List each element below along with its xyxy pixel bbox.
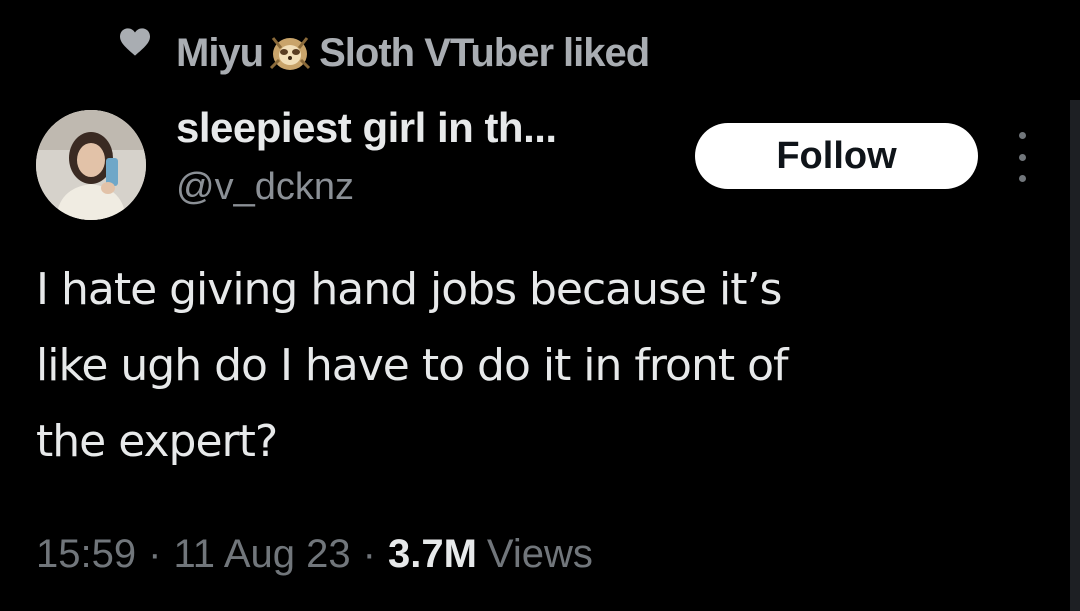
tweet-time[interactable]: 15:59 <box>36 532 136 577</box>
tweet-line: like ugh do I have to do it in front of <box>36 340 788 391</box>
views-label[interactable]: Views <box>487 532 593 577</box>
tweet-card[interactable]: Miyu Sloth VTuber liked sleepiest girl i… <box>0 0 1080 611</box>
tweet-date[interactable]: 11 Aug 23 <box>173 532 350 577</box>
user-handle[interactable]: @v_dcknz <box>176 166 354 209</box>
display-name[interactable]: sleepiest girl in th... <box>176 104 557 152</box>
meta-separator: · <box>148 532 162 576</box>
views-count[interactable]: 3.7M <box>388 532 477 577</box>
tweet-line: I hate giving hand jobs because it’s <box>36 264 782 315</box>
social-context[interactable]: Miyu Sloth VTuber liked <box>176 30 650 76</box>
scroll-edge <box>1070 100 1080 611</box>
liker-suffix: Sloth VTuber <box>319 30 554 75</box>
meta-separator: · <box>362 532 376 576</box>
liked-label: liked <box>563 30 650 75</box>
tweet-line: the expert? <box>36 416 278 467</box>
heart-icon <box>120 28 150 56</box>
more-vertical-icon[interactable] <box>1010 132 1034 182</box>
tweet-text: I hate giving hand jobs because it’s lik… <box>36 252 1046 480</box>
sloth-icon <box>270 37 311 70</box>
avatar-image <box>36 110 146 220</box>
tweet-meta: 15:59 · 11 Aug 23 · 3.7M Views <box>36 532 593 577</box>
avatar[interactable] <box>36 110 146 220</box>
liker-name: Miyu <box>176 30 264 75</box>
follow-button[interactable]: Follow <box>695 123 978 189</box>
